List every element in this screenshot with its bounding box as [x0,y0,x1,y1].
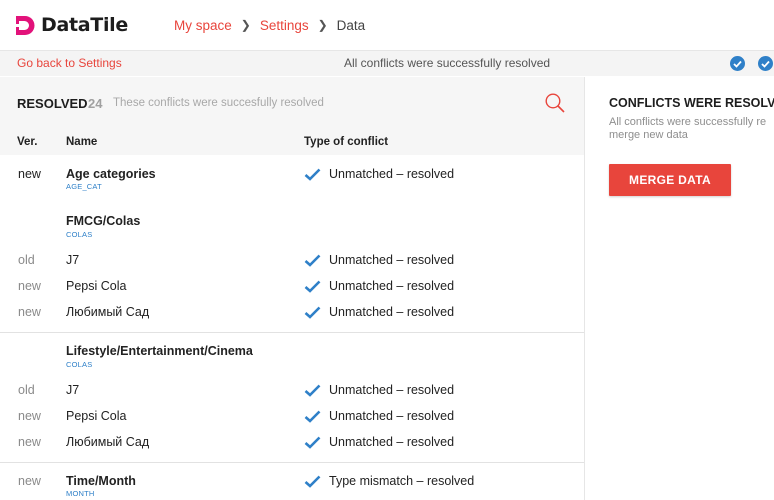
group-name: Lifestyle/Entertainment/Cinema [66,344,253,358]
top-bar: DataTile My space ❯ Settings ❯ Data [0,0,774,50]
group-row: FMCG/Colas COLAS [0,214,584,240]
item-name: Age categories [66,167,156,181]
column-header-ver: Ver. [17,136,38,148]
conflict-type: Unmatched – resolved [304,383,454,397]
conflict-type-text: Unmatched – resolved [329,435,455,449]
logo[interactable]: DataTile [14,14,128,36]
group-name: FMCG/Colas [66,214,141,228]
check-circle-icon [758,56,773,71]
check-circle-icon [730,56,745,71]
logo-text: DataTile [41,14,128,36]
conflict-type-text: Unmatched – resolved [329,383,455,397]
version-label: new [18,409,41,423]
checkmark-icon [304,168,321,181]
merge-data-button[interactable]: MERGE DATA [609,164,731,196]
conflict-type: Unmatched – resolved [304,409,454,423]
conflict-type: Unmatched – resolved [304,305,454,319]
checkmark-icon [304,410,321,423]
conflict-type-text: Type mismatch – resolved [329,474,475,488]
divider [0,462,584,463]
status-message: All conflicts were successfully resolved [344,56,551,70]
checkmark-icon [304,306,321,319]
checkmark-icon [304,384,321,397]
conflict-type-text: Unmatched – resolved [329,305,455,319]
conflict-type: Type mismatch – resolved [304,474,474,488]
divider [0,332,584,333]
summary-title: CONFLICTS WERE RESOLVE [609,96,774,110]
conflict-type: Unmatched – resolved [304,167,454,181]
conflicts-summary-panel: CONFLICTS WERE RESOLVE All conflicts wer… [584,77,774,500]
breadcrumb-settings[interactable]: Settings [260,18,309,33]
breadcrumb-current: Data [336,17,366,33]
column-header-name: Name [66,136,98,148]
summary-description-line: merge new data [609,129,688,141]
table-row[interactable]: new Time/Month MONTH Type mismatch – res… [0,473,584,499]
item-name: Pepsi Cola [66,409,127,423]
table-row[interactable]: new Pepsi Cola Unmatched – resolved [0,278,584,304]
summary-description: All conflicts were successfully re merge… [609,116,774,142]
version-label: old [18,253,35,267]
table-row[interactable]: new Любимый Сад Unmatched – resolved [0,304,584,330]
resolved-count: 24 [88,96,103,111]
table-row[interactable]: new Любимый Сад Unmatched – resolved [0,434,584,460]
search-icon[interactable] [544,92,566,114]
datatile-logo-icon [14,15,35,35]
group-code: COLAS [66,230,93,239]
group-row: Lifestyle/Entertainment/Cinema COLAS [0,344,584,370]
table-row[interactable]: new Pepsi Cola Unmatched – resolved [0,408,584,434]
item-name: Любимый Сад [66,305,150,319]
resolved-description: These conflicts were succesfully resolve… [113,97,324,109]
item-name: Pepsi Cola [66,279,127,293]
group-code: COLAS [66,360,93,369]
version-label: new [18,167,41,181]
conflict-type-text: Unmatched – resolved [329,279,455,293]
conflict-type: Unmatched – resolved [304,253,454,267]
checkmark-icon [304,436,321,449]
version-label: new [18,474,41,488]
resolved-panel: RESOLVED 24 These conflicts were succesf… [0,77,584,500]
chevron-right-icon: ❯ [317,18,328,32]
conflict-type-text: Unmatched – resolved [329,167,455,181]
chevron-right-icon: ❯ [240,18,251,32]
version-label: old [18,383,35,397]
breadcrumb: My space ❯ Settings ❯ Data [174,18,365,33]
item-code: AGE_CAT [66,182,102,191]
item-code: MONTH [66,489,95,498]
item-name: J7 [66,383,80,397]
status-bar: Go back to Settings All conflicts were s… [0,50,774,76]
conflict-type-text: Unmatched – resolved [329,253,455,267]
checkmark-icon [304,475,321,488]
conflict-type-text: Unmatched – resolved [329,409,455,423]
item-name: Любимый Сад [66,435,150,449]
checkmark-icon [304,254,321,267]
conflict-type: Unmatched – resolved [304,435,454,449]
item-name: J7 [66,253,80,267]
summary-description-line: All conflicts were successfully re [609,116,767,128]
version-label: new [18,279,41,293]
table-row[interactable]: new Age categories AGE_CAT Unmatched – r… [0,166,584,192]
breadcrumb-my-space[interactable]: My space [174,18,232,33]
item-name: Time/Month [66,474,136,488]
resolved-header: RESOLVED 24 These conflicts were succesf… [0,77,584,155]
table-row[interactable]: old J7 Unmatched – resolved [0,252,584,278]
checkmark-icon [304,280,321,293]
column-header-type: Type of conflict [304,136,389,148]
back-to-settings-link[interactable]: Go back to Settings [17,56,122,70]
conflict-type: Unmatched – resolved [304,279,454,293]
table-row[interactable]: old J7 Unmatched – resolved [0,382,584,408]
version-label: new [18,435,41,449]
resolved-title: RESOLVED [17,96,88,111]
version-label: new [18,305,41,319]
